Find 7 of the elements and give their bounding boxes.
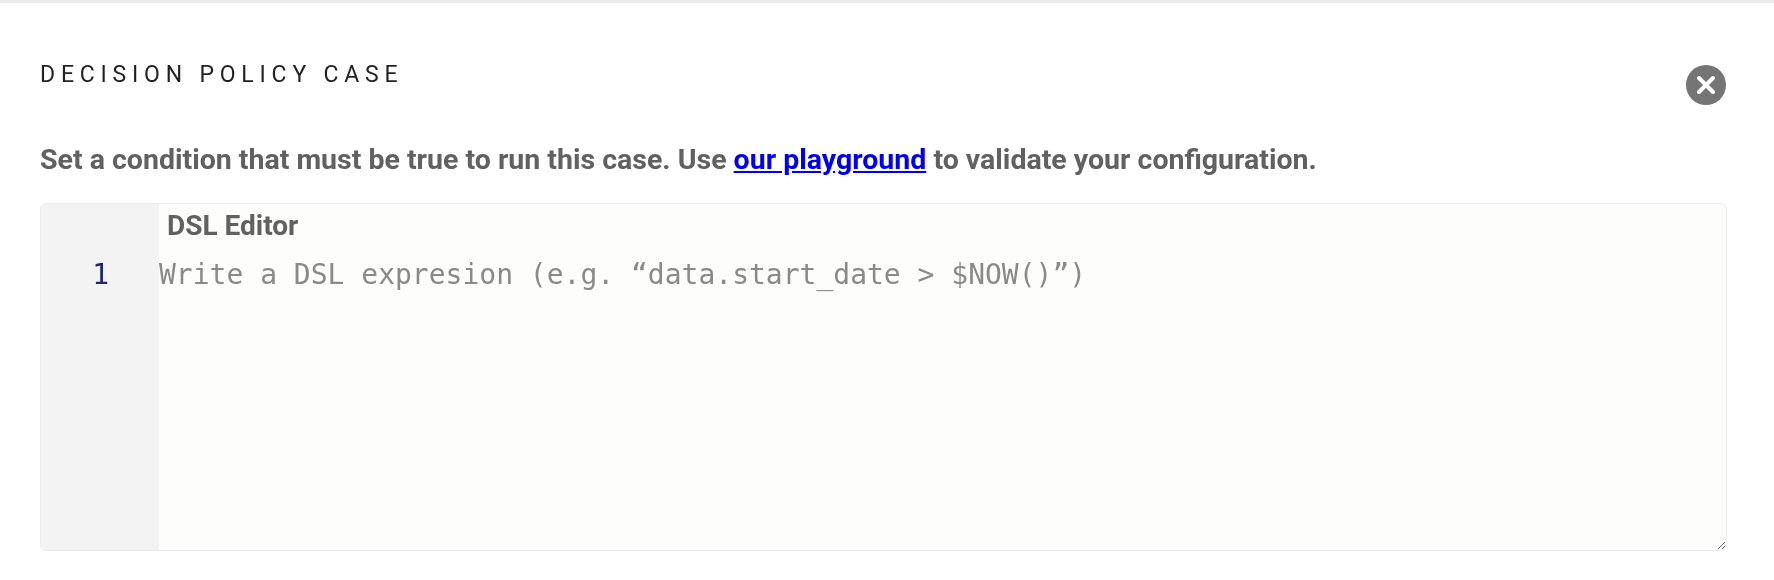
- close-icon[interactable]: [1685, 64, 1727, 106]
- line-number: 1: [92, 258, 109, 291]
- description-text: Set a condition that must be true to run this case. Use our playground to validate your configuration.: [40, 143, 1318, 176]
- dsl-editor[interactable]: 1 DSL Editor Write a DSL expresion (e.g. “data.start_date > $NOW()”): [40, 203, 1727, 551]
- playground-link[interactable]: our playground: [733, 143, 927, 176]
- dialog-title: DECISION POLICY CASE: [40, 61, 404, 88]
- editor-label: DSL Editor: [167, 209, 299, 242]
